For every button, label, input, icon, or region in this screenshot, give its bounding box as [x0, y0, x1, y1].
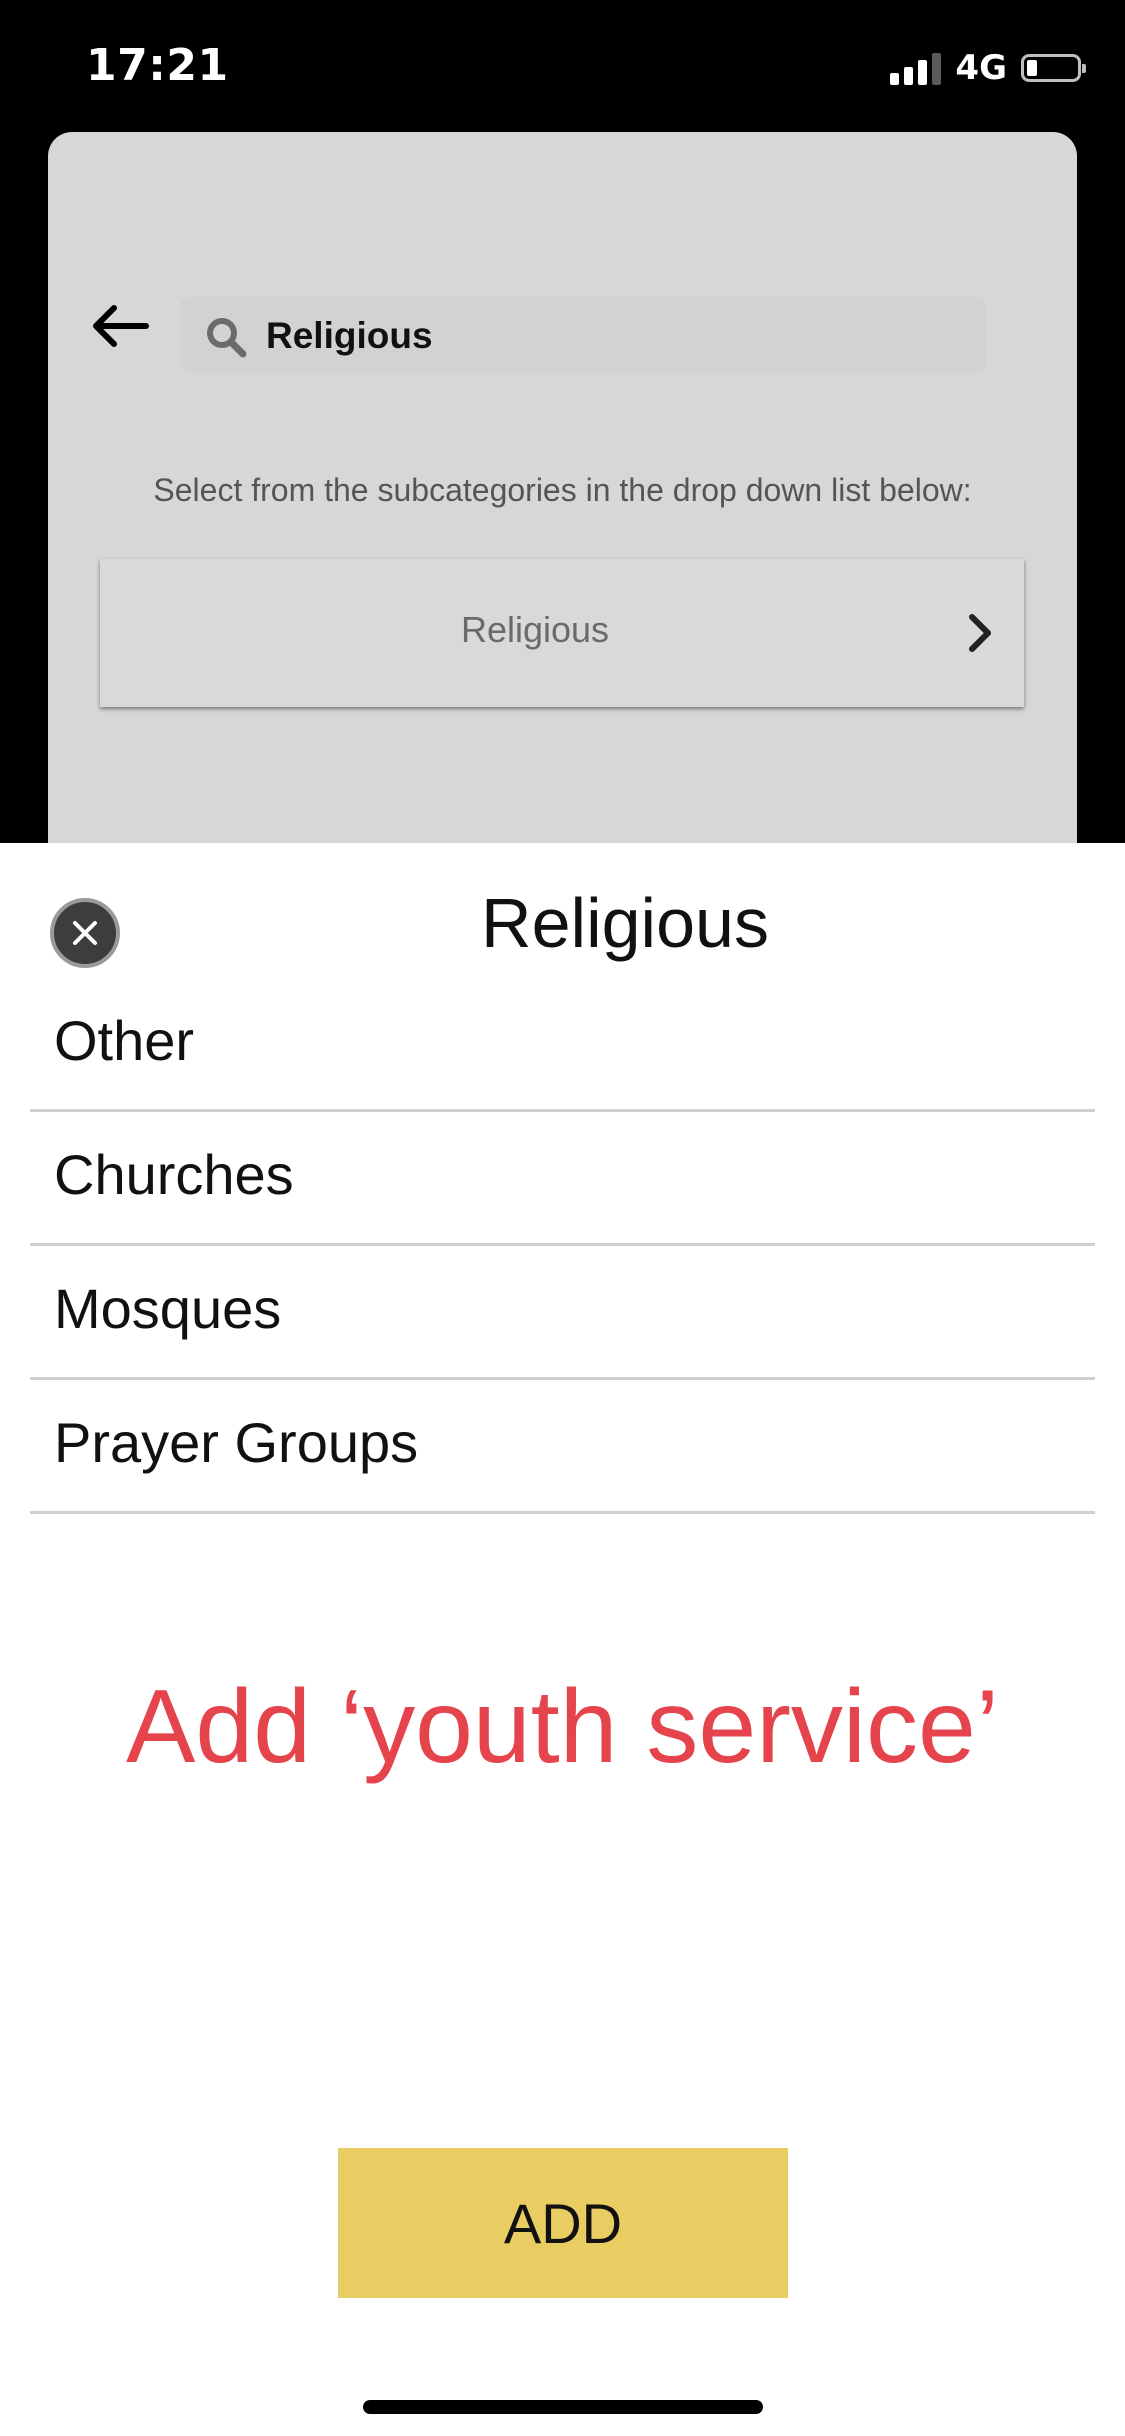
list-item-other[interactable]: Other: [30, 978, 1095, 1112]
subcategory-sheet: Religious Other Churches Mosques Prayer …: [0, 843, 1125, 2436]
sheet-title: Religious: [481, 884, 769, 962]
search-bar[interactable]: Religious: [180, 297, 986, 373]
annotation-text: Add ‘youth service’: [126, 1669, 999, 1785]
status-bar: 17:21 4G: [0, 0, 1125, 132]
option-label: Churches: [54, 1143, 294, 1206]
background-card: Religious Select from the subcategories …: [48, 132, 1077, 892]
status-indicators: 4G: [890, 48, 1086, 88]
option-label: Mosques: [54, 1277, 282, 1340]
status-time: 17:21: [86, 40, 229, 91]
battery-icon: [1021, 54, 1086, 82]
option-label: Prayer Groups: [54, 1411, 419, 1474]
dropdown-value: Religious: [460, 609, 610, 650]
home-indicator[interactable]: [363, 2400, 763, 2414]
add-button[interactable]: ADD: [338, 2148, 788, 2298]
network-label: 4G: [955, 48, 1007, 88]
search-query: Religious: [266, 315, 433, 356]
list-item-mosques[interactable]: Mosques: [30, 1246, 1095, 1380]
back-arrow-icon[interactable]: [88, 302, 152, 350]
list-item-prayer-groups[interactable]: Prayer Groups: [30, 1380, 1095, 1514]
subcategory-list: Other Churches Mosques Prayer Groups: [30, 978, 1095, 1514]
option-label: Other: [54, 1009, 195, 1072]
chevron-right-icon: [960, 611, 1000, 655]
subcategory-dropdown[interactable]: Religious: [100, 559, 1024, 707]
instruction-text: Select from the subcategories in the dro…: [153, 472, 972, 508]
list-item-churches[interactable]: Churches: [30, 1112, 1095, 1246]
search-icon: [204, 315, 248, 359]
signal-icon: [890, 51, 942, 85]
